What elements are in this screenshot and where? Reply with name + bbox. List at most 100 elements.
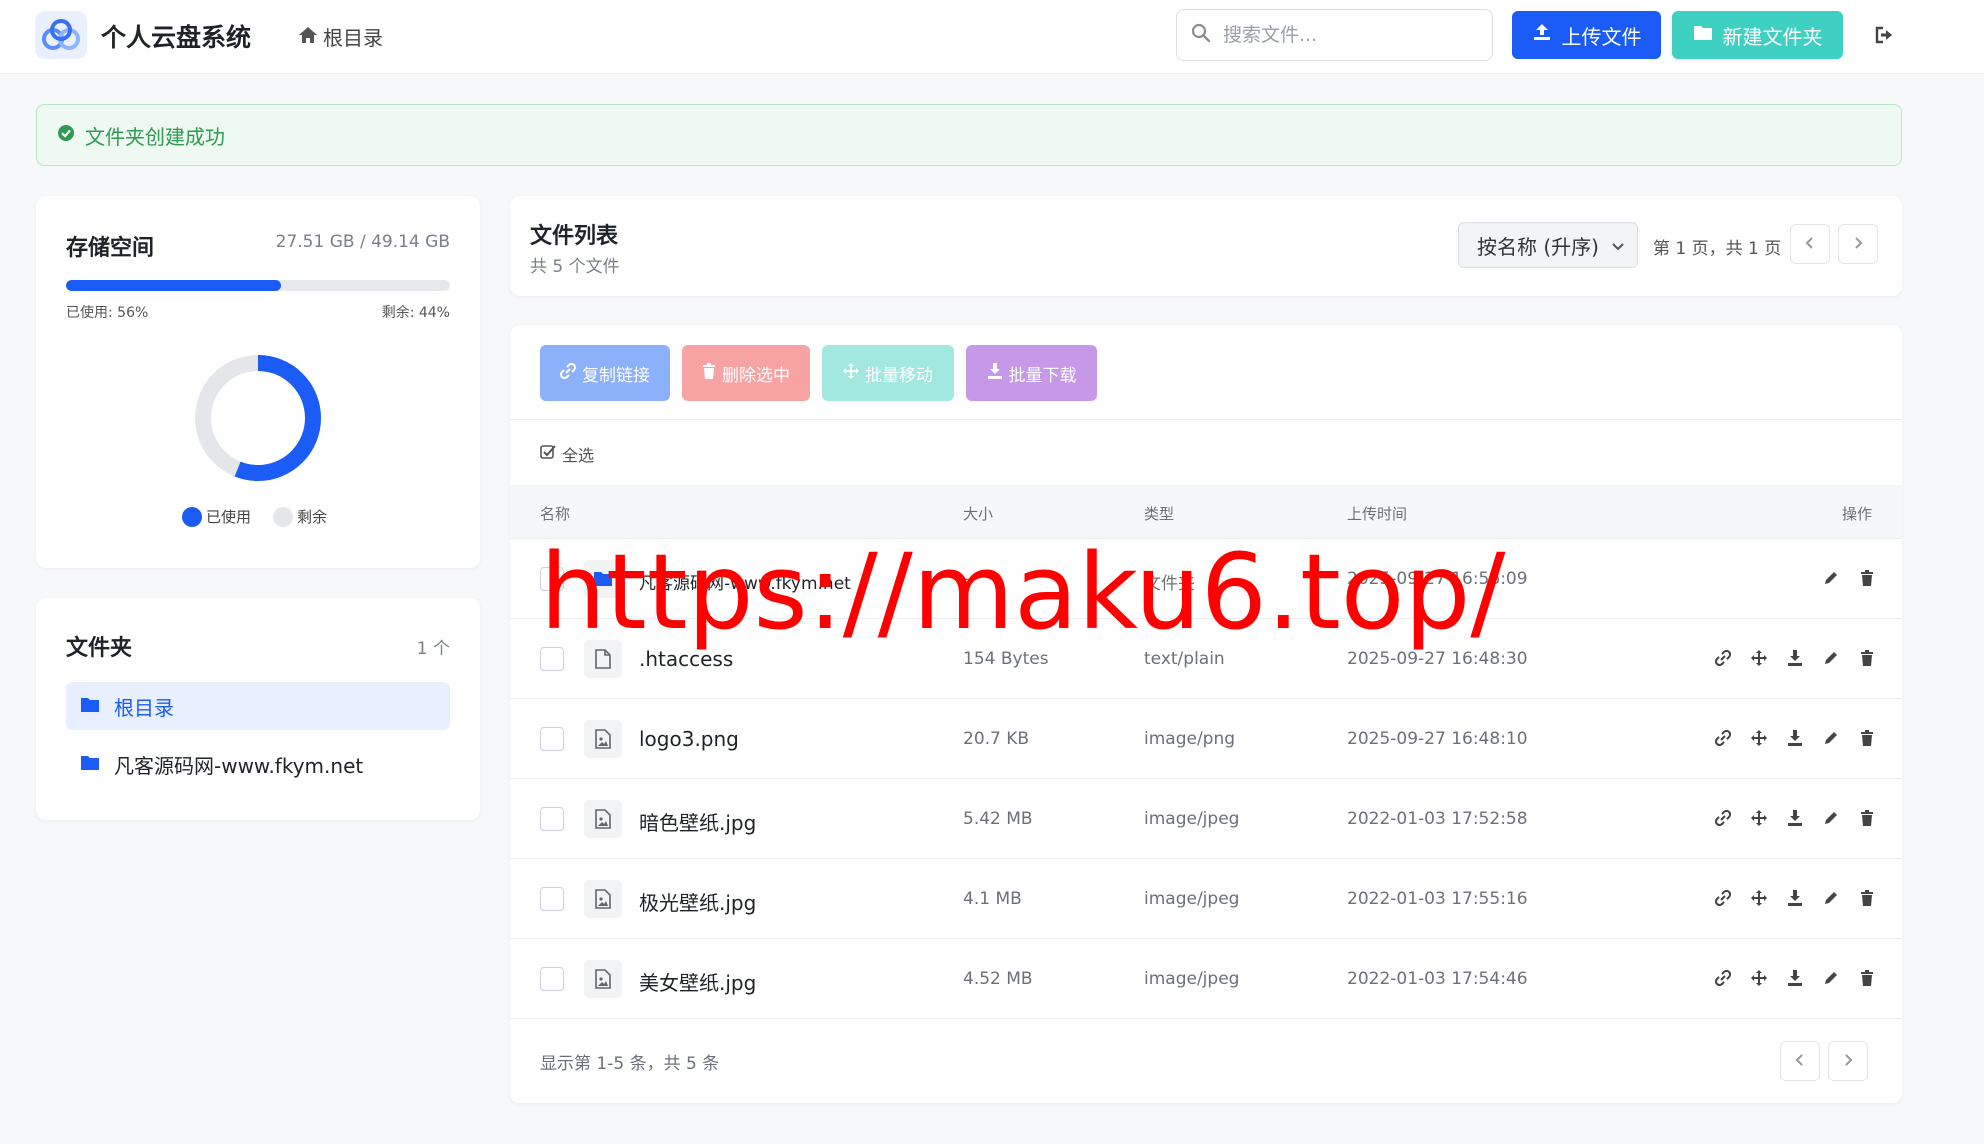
storage-donut-chart (195, 355, 321, 481)
copy-link-label: 复制链接 (582, 365, 650, 386)
col-name[interactable]: 名称 (540, 503, 570, 524)
download-icon[interactable] (1786, 729, 1804, 747)
download-icon[interactable] (1786, 889, 1804, 907)
row-actions (1714, 649, 1876, 667)
link-icon[interactable] (1714, 889, 1732, 907)
file-name[interactable]: 极光壁纸.jpg (639, 887, 756, 916)
col-type[interactable]: 类型 (1144, 503, 1174, 524)
link-icon[interactable] (1714, 729, 1732, 747)
table-footer-info: 显示第 1-5 条，共 5 条 (540, 1054, 720, 1074)
row-actions (1822, 569, 1876, 587)
cloud-logo-icon[interactable] (35, 11, 87, 59)
file-size: 5.42 MB (963, 809, 1033, 829)
edit-icon[interactable] (1822, 569, 1840, 587)
file-name[interactable]: .htaccess (639, 647, 733, 671)
move-icon[interactable] (1750, 809, 1768, 827)
trash-icon[interactable] (1858, 969, 1876, 987)
table-row[interactable]: 极光壁纸.jpg 4.1 MB image/jpeg 2022-01-03 17… (510, 859, 1902, 939)
row-actions (1714, 889, 1876, 907)
legend-remaining[interactable]: 剩余 (273, 506, 327, 527)
folder-icon (80, 752, 100, 776)
image-file-icon (584, 800, 622, 838)
delete-selected-button[interactable]: 删除选中 (682, 345, 810, 401)
select-all-toggle[interactable]: 全选 (540, 442, 594, 466)
file-name[interactable]: 凡客源码网-www.fkym.net (639, 569, 851, 594)
chevron-down-icon (1611, 233, 1625, 257)
download-icon[interactable] (1786, 809, 1804, 827)
col-size[interactable]: 大小 (963, 503, 993, 524)
upload-button[interactable]: 上传文件 (1512, 11, 1661, 59)
trash-icon[interactable] (1858, 809, 1876, 827)
table-row[interactable]: 美女壁纸.jpg 4.52 MB image/jpeg 2022-01-03 1… (510, 939, 1902, 1019)
search-box[interactable] (1176, 9, 1493, 61)
folder-item-root[interactable]: 根目录 (66, 682, 450, 730)
file-size: - (963, 569, 970, 589)
file-type: 文件夹 (1144, 574, 1195, 594)
sort-select[interactable]: 按名称 (升序) (1458, 222, 1638, 268)
row-checkbox[interactable] (540, 967, 564, 991)
trash-icon[interactable] (1858, 889, 1876, 907)
batch-move-button[interactable]: 批量移动 (822, 345, 954, 401)
move-icon[interactable] (1750, 729, 1768, 747)
prev-page-button[interactable] (1790, 224, 1830, 264)
file-name[interactable]: logo3.png (639, 727, 739, 751)
trash-icon (702, 362, 716, 384)
link-icon[interactable] (1714, 809, 1732, 827)
file-size: 4.1 MB (963, 889, 1022, 909)
edit-icon[interactable] (1822, 729, 1840, 747)
file-upload-time: 2025-09-27 16:56:09 (1347, 569, 1528, 589)
table-row[interactable]: .htaccess 154 Bytes text/plain 2025-09-2… (510, 619, 1902, 699)
col-time[interactable]: 上传时间 (1347, 503, 1407, 524)
footer-next-page-button[interactable] (1828, 1041, 1868, 1081)
table-row[interactable]: 暗色壁纸.jpg 5.42 MB image/jpeg 2022-01-03 1… (510, 779, 1902, 859)
edit-icon[interactable] (1822, 649, 1840, 667)
row-checkbox[interactable] (540, 647, 564, 671)
link-icon[interactable] (1714, 969, 1732, 987)
file-name[interactable]: 美女壁纸.jpg (639, 967, 756, 996)
batch-download-button[interactable]: 批量下载 (966, 345, 1097, 401)
folder-item-label: 根目录 (114, 695, 174, 720)
footer-prev-page-button[interactable] (1780, 1041, 1820, 1081)
breadcrumb-root[interactable]: 根目录 (323, 22, 383, 51)
trash-icon[interactable] (1858, 729, 1876, 747)
edit-icon[interactable] (1822, 969, 1840, 987)
table-row[interactable]: logo3.png 20.7 KB image/png 2025-09-27 1… (510, 699, 1902, 779)
batch-move-label: 批量移动 (865, 365, 933, 386)
move-icon[interactable] (1750, 649, 1768, 667)
move-icon (843, 362, 859, 384)
file-type: text/plain (1144, 649, 1225, 669)
move-icon[interactable] (1750, 969, 1768, 987)
table-row[interactable]: 凡客源码网-www.fkym.net - 文件夹 2025-09-27 16:5… (510, 539, 1902, 619)
download-icon[interactable] (1786, 969, 1804, 987)
trash-icon[interactable] (1858, 649, 1876, 667)
download-icon[interactable] (1786, 649, 1804, 667)
row-checkbox[interactable] (540, 807, 564, 831)
row-checkbox[interactable] (540, 887, 564, 911)
file-table-card: 复制链接 删除选中 批量移动 批量下载 全选 名称 大小 类型 上传时间 操作 … (510, 325, 1902, 1103)
logout-icon[interactable] (1870, 20, 1900, 50)
search-icon (1191, 23, 1211, 47)
image-file-icon (584, 880, 622, 918)
file-upload-time: 2025-09-27 16:48:30 (1347, 649, 1528, 669)
row-checkbox[interactable] (540, 727, 564, 751)
folders-title: 文件夹 (66, 636, 133, 661)
edit-icon[interactable] (1822, 889, 1840, 907)
storage-progress-fill (66, 280, 282, 291)
file-list-title: 文件列表 (530, 224, 619, 249)
move-icon[interactable] (1750, 889, 1768, 907)
file-type: image/jpeg (1144, 809, 1240, 829)
new-folder-button[interactable]: 新建文件夹 (1672, 11, 1843, 59)
sort-select-value: 按名称 (升序) (1477, 234, 1599, 259)
next-page-button[interactable] (1838, 224, 1878, 264)
legend-used[interactable]: 已使用 (182, 506, 251, 527)
edit-icon[interactable] (1822, 809, 1840, 827)
copy-link-button[interactable]: 复制链接 (540, 345, 670, 401)
trash-icon[interactable] (1858, 569, 1876, 587)
breadcrumb[interactable]: 根目录 (298, 22, 383, 51)
search-input[interactable] (1223, 24, 1473, 46)
row-checkbox[interactable] (540, 567, 564, 591)
file-name[interactable]: 暗色壁纸.jpg (639, 807, 756, 836)
link-icon[interactable] (1714, 649, 1732, 667)
folder-item-fkym[interactable]: 凡客源码网-www.fkym.net (66, 740, 450, 788)
storage-used-label: 已使用: 56% (66, 305, 149, 321)
